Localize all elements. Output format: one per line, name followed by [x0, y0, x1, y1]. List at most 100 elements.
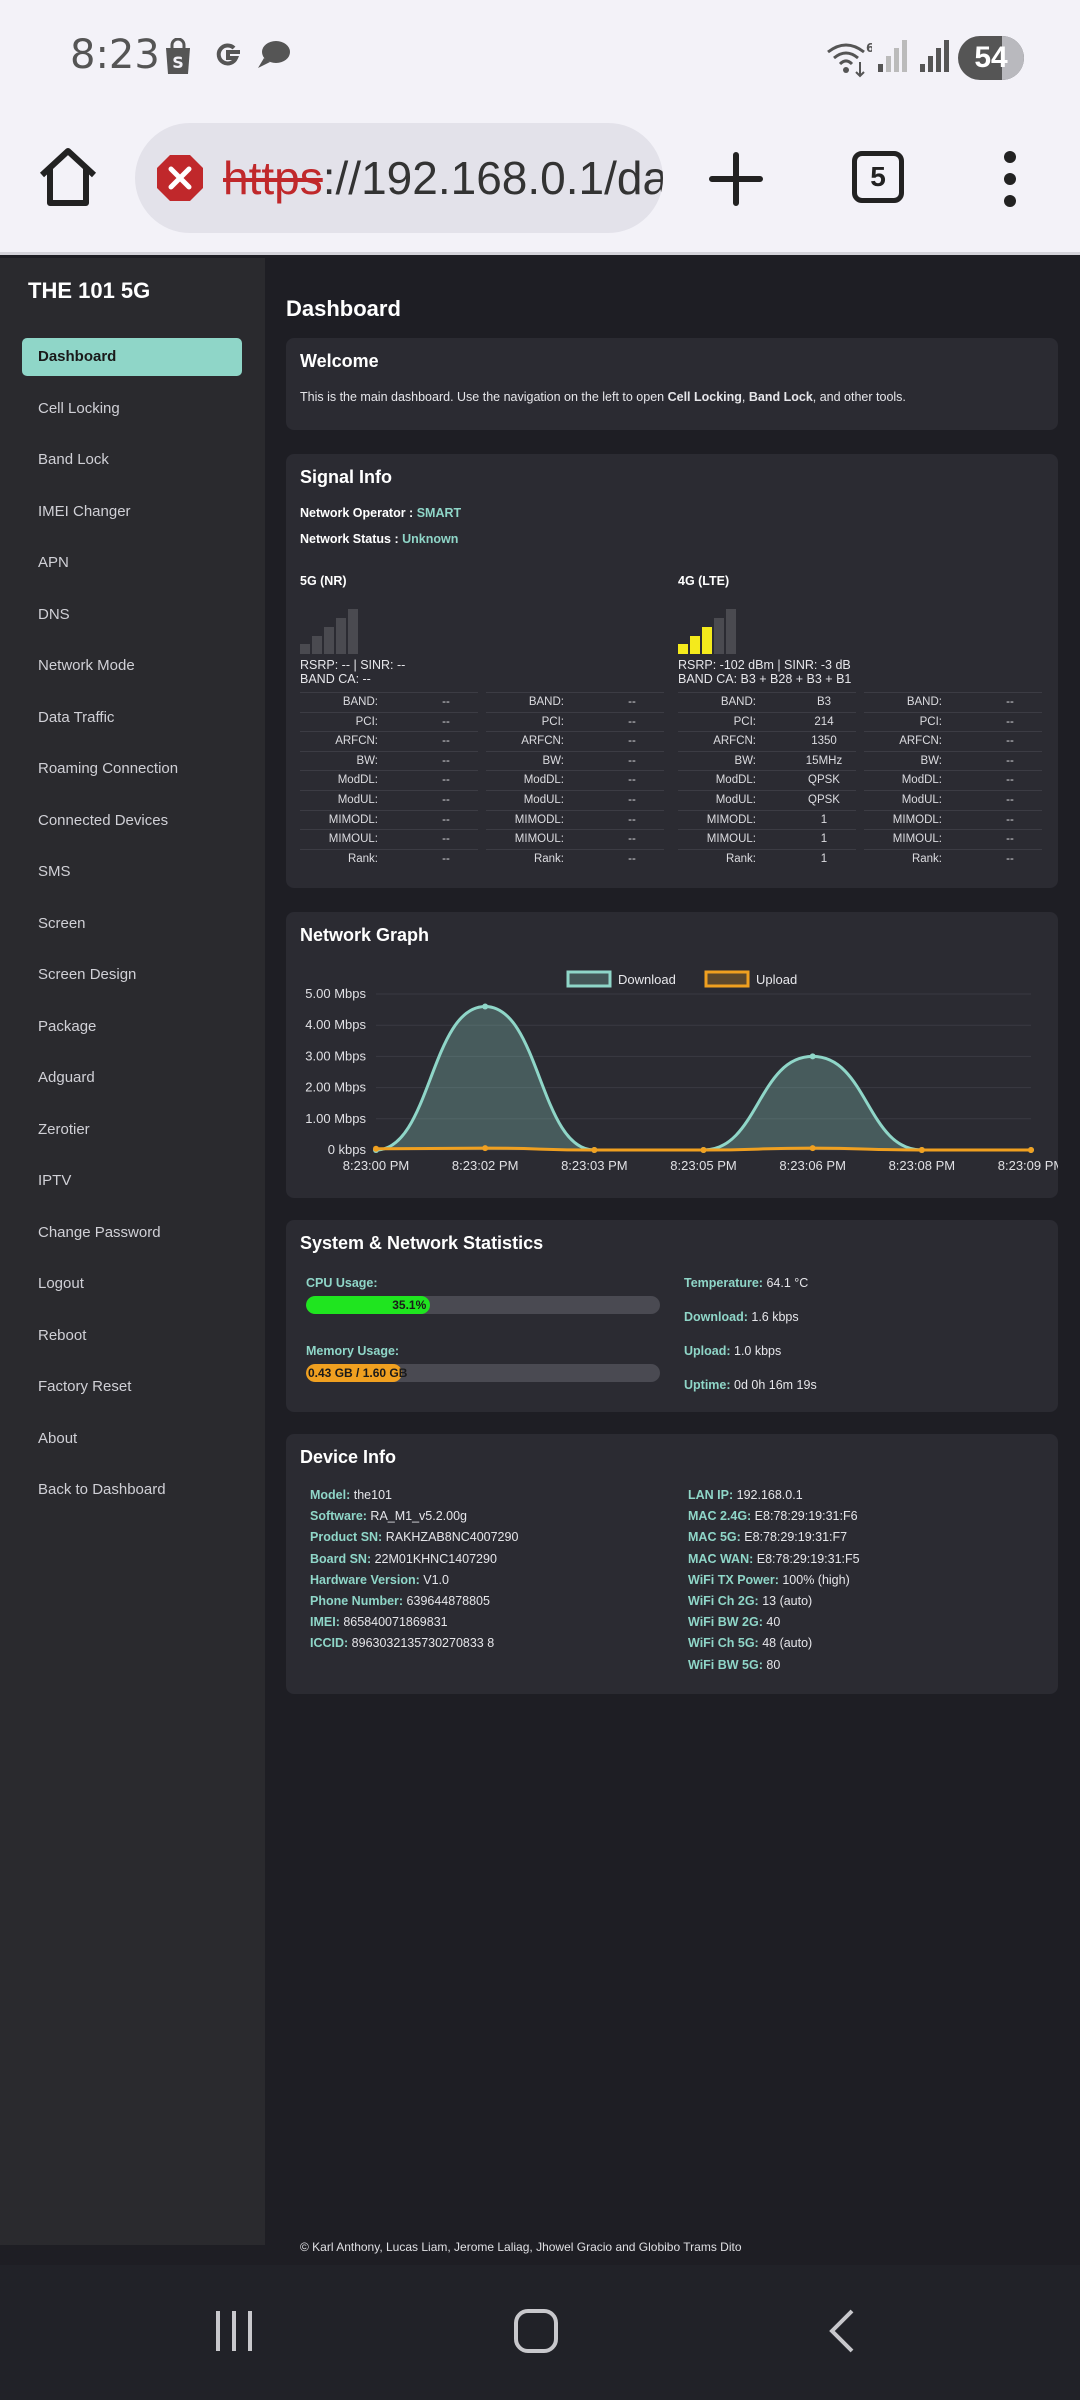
lte-table-1-row: Rank: 1 — [678, 848, 856, 869]
device-info-value: E8:78:29:19:31:F6 — [751, 1509, 858, 1524]
back-nav-icon[interactable] — [822, 2307, 862, 2355]
y-tick-label: 3.00 Mbps — [305, 1048, 366, 1063]
nr-table-2-row: ARFCN: -- — [486, 731, 664, 751]
sidebar-item-screen[interactable]: Screen — [22, 905, 242, 943]
shopping-bag-icon: S — [166, 38, 190, 74]
network-operator: Network Operator : SMART — [300, 506, 461, 520]
url-scheme: https — [223, 152, 323, 204]
signal-row-label: ARFCN: — [521, 735, 564, 748]
signal-row-label: BW: — [542, 754, 564, 767]
sidebar-item-adguard[interactable]: Adguard — [22, 1059, 242, 1097]
recent-apps-icon[interactable] — [210, 2307, 258, 2355]
sidebar-item-band-lock[interactable]: Band Lock — [22, 441, 242, 479]
stats-title: System & Network Statistics — [300, 1233, 544, 1253]
signal-row-value: 1 — [820, 852, 828, 865]
signal-row-value: -- — [442, 754, 450, 767]
signal-bar — [324, 627, 334, 654]
new-tab-icon[interactable] — [708, 151, 764, 207]
home-nav-icon[interactable] — [512, 2307, 560, 2355]
welcome-title: Welcome — [300, 351, 379, 371]
sidebar-item-logout[interactable]: Logout — [22, 1265, 242, 1303]
temperature-label: Temperature: — [684, 1276, 763, 1290]
x-tick-label: 8:23:06 PM — [779, 1158, 846, 1173]
signal-row-label: ARFCN: — [713, 735, 756, 748]
signal-bar — [336, 618, 346, 654]
signal-row-value: -- — [628, 833, 636, 846]
memory-progress-bar: 0.43 GB / 1.60 GB — [306, 1364, 660, 1382]
cpu-value: 35.1% — [392, 1298, 427, 1312]
signal-row-value: QPSK — [808, 794, 840, 806]
sidebar-item-cell-locking[interactable]: Cell Locking — [22, 390, 242, 428]
welcome-text-2: , — [741, 390, 749, 404]
sidebar-item-zerotier[interactable]: Zerotier — [22, 1111, 242, 1149]
network-operator-label: Network Operator : — [300, 506, 417, 520]
svg-text:S: S — [172, 53, 184, 72]
sidebar-item-network-mode[interactable]: Network Mode — [22, 647, 242, 685]
x-tick-label: 8:23:03 PM — [561, 1158, 628, 1173]
nr-table-2-row: PCI: -- — [486, 711, 664, 732]
uptime-stat: Uptime: 0d 0h 16m 19s — [684, 1378, 817, 1392]
nr-title: 5G (NR) — [300, 574, 347, 588]
sidebar-item-factory-reset[interactable]: Factory Reset — [22, 1368, 242, 1406]
welcome-card: Welcome This is the main dashboard. Use … — [286, 338, 1058, 430]
address-bar[interactable]: https://192.168.0.1/da — [135, 123, 663, 233]
device-info-value: 192.168.0.1 — [733, 1488, 803, 1502]
sidebar-item-reboot[interactable]: Reboot — [22, 1317, 242, 1355]
sidebar-item-connected-devices[interactable]: Connected Devices — [22, 802, 242, 840]
signal-row-label: ARFCN: — [335, 735, 378, 748]
url-text: https://192.168.0.1/da — [223, 151, 663, 205]
lte-table-2-row: MIMODL: -- — [864, 809, 1042, 830]
sidebar-item-back-to-dashboard[interactable]: Back to Dashboard — [22, 1471, 242, 1509]
sidebar-item-apn[interactable]: APN — [22, 544, 242, 582]
nr-table-1-row: BAND: -- — [300, 692, 478, 712]
sidebar-item-change-password[interactable]: Change Password — [22, 1214, 242, 1252]
svg-text:6: 6 — [866, 41, 872, 55]
signal-bar — [678, 644, 688, 654]
sidebar-item-dns[interactable]: DNS — [22, 596, 242, 634]
sidebar-item-iptv[interactable]: IPTV — [22, 1162, 242, 1200]
home-icon[interactable] — [36, 145, 100, 209]
network-status-label: Network Status : — [300, 532, 403, 546]
more-options-icon[interactable] — [998, 149, 1022, 209]
sidebar-item-package[interactable]: Package — [22, 1008, 242, 1046]
sidebar-item-screen-design[interactable]: Screen Design — [22, 956, 242, 994]
lte-band-ca: BAND CA: B3 + B28 + B3 + B1 — [678, 672, 852, 686]
device-info-row: MAC 2.4G: E8:78:29:19:31:F6 — [688, 1509, 858, 1523]
signal-row-value: -- — [442, 833, 450, 846]
legend-swatch-upload — [704, 970, 750, 988]
signal-title: Signal Info — [300, 467, 392, 487]
device-info-key: IMEI: — [310, 1615, 340, 1630]
x-tick-label: 8:23:08 PM — [889, 1158, 956, 1173]
signal-row-label: MIMOUL: — [328, 833, 378, 846]
not-secure-icon[interactable] — [155, 153, 205, 203]
series-area-download — [376, 1006, 1031, 1150]
signal-row-label: ModUL: — [337, 794, 378, 806]
sidebar-item-dashboard[interactable]: Dashboard — [22, 338, 242, 376]
sidebar-item-about[interactable]: About — [22, 1420, 242, 1458]
device-info-key: MAC WAN: — [688, 1551, 754, 1566]
status-bar: 8:23 S 6 54 — [0, 0, 1080, 115]
device-info-row: WiFi BW 5G: 80 — [688, 1658, 780, 1672]
sidebar-item-data-traffic[interactable]: Data Traffic — [22, 699, 242, 737]
signal-bar — [312, 636, 322, 654]
memory-label: Memory Usage: — [306, 1344, 400, 1358]
signal-row-value: -- — [1006, 774, 1014, 787]
lte-table-2-row: BAND: -- — [864, 692, 1042, 712]
sidebar-item-imei-changer[interactable]: IMEI Changer — [22, 493, 242, 531]
nr-table-1-row: PCI: -- — [300, 711, 478, 732]
device-info-value: 22M01KHNC1407290 — [371, 1551, 497, 1566]
signal-row-value: -- — [628, 696, 636, 708]
sidebar-item-sms[interactable]: SMS — [22, 853, 242, 891]
tab-switcher-button[interactable]: 5 — [852, 151, 904, 203]
signal-row-label: MIMODL: — [892, 813, 942, 826]
signal-row-label: ModUL: — [901, 794, 942, 806]
x-tick-label: 8:23:09 PM — [998, 1158, 1058, 1173]
signal-row-value: -- — [1006, 715, 1014, 728]
signal-row-value: 214 — [814, 715, 834, 728]
signal-row-label: ModDL: — [901, 774, 942, 787]
nr-table-2-row: ModDL: -- — [486, 770, 664, 790]
wifi-6-icon: 6 — [827, 41, 872, 78]
lte-table-2-row: PCI: -- — [864, 711, 1042, 732]
sidebar-item-roaming-connection[interactable]: Roaming Connection — [22, 750, 242, 788]
data-point-upload — [918, 1147, 925, 1153]
